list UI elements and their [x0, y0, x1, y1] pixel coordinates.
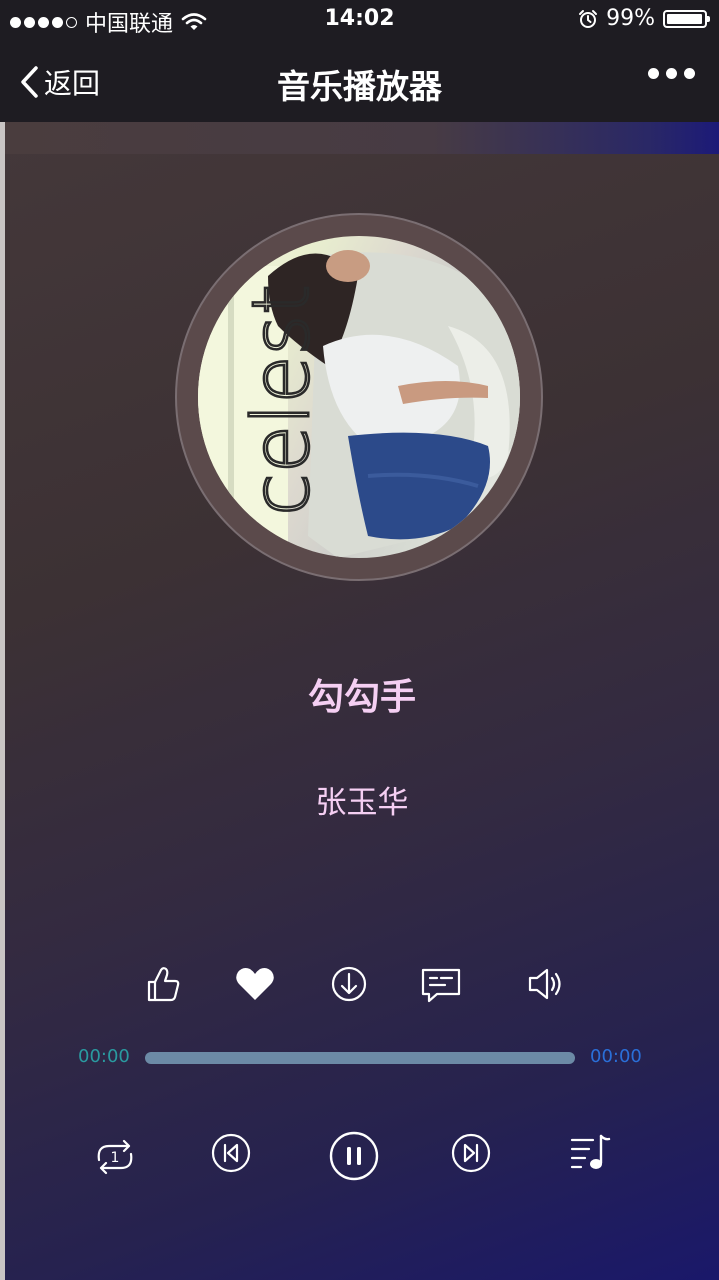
- download-icon[interactable]: [327, 962, 371, 1006]
- playback-controls: 1: [5, 1130, 719, 1190]
- album-cover: celest: [198, 236, 520, 558]
- pause-icon[interactable]: [328, 1130, 380, 1186]
- next-icon[interactable]: [450, 1132, 492, 1178]
- status-bar: 中国联通 14:02 99%: [0, 0, 719, 40]
- progress-bar[interactable]: [145, 1052, 575, 1064]
- battery-percent: 99%: [606, 6, 655, 31]
- current-time: 00:00: [78, 1046, 130, 1067]
- player-panel: celest 勾勾手 张玉华 00:00 00:00 1: [5, 122, 719, 1280]
- cover-text: celest: [237, 284, 327, 516]
- progress-row: 00:00 00:00: [5, 1042, 719, 1072]
- album-disc[interactable]: celest: [175, 213, 543, 581]
- svg-text:1: 1: [111, 1150, 120, 1166]
- repeat-one-icon[interactable]: 1: [91, 1132, 139, 1184]
- alarm-icon: [579, 9, 598, 28]
- song-title: 勾勾手: [307, 677, 416, 718]
- header-band: [5, 122, 719, 154]
- album-art: celest: [198, 250, 520, 558]
- more-menu-icon[interactable]: [648, 68, 695, 79]
- battery-icon: [663, 9, 710, 28]
- artist-name: 张玉华: [315, 785, 409, 821]
- page-title: 音乐播放器: [277, 67, 442, 106]
- action-row: [5, 962, 719, 1006]
- previous-icon[interactable]: [210, 1132, 252, 1178]
- volume-icon[interactable]: [525, 962, 569, 1006]
- comment-icon[interactable]: [419, 962, 463, 1006]
- total-time: 00:00: [590, 1046, 642, 1067]
- favorite-heart-icon[interactable]: [233, 962, 277, 1006]
- nav-bar: 返回 音乐播放器: [0, 40, 719, 122]
- playlist-icon[interactable]: [567, 1130, 615, 1182]
- like-icon[interactable]: [141, 962, 185, 1006]
- status-right: 99%: [578, 6, 710, 31]
